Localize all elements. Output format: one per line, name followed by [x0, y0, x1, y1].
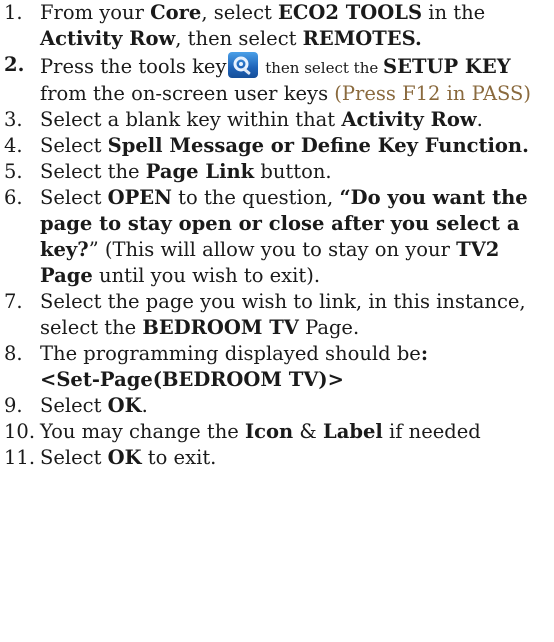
bold-term: Activity Row	[341, 108, 477, 131]
step-number: 11.	[4, 446, 36, 469]
text-run: Select	[40, 446, 108, 469]
tools-key-icon	[228, 52, 259, 78]
text-run: Select	[40, 186, 108, 209]
step-text: Press the tools key then select the SETU…	[40, 52, 548, 107]
bold-term: <Set-Page(BEDROOM TV)>	[40, 368, 344, 391]
step-number: 5.	[4, 160, 23, 183]
step-3: 3. Select a blank key within that Activit…	[4, 107, 548, 133]
text-run: if needed	[382, 420, 481, 443]
step-number: 10.	[4, 420, 36, 443]
bold-term: OPEN	[107, 186, 172, 209]
text-run: Select the	[40, 160, 146, 183]
step-10: 10. You may change the Icon & Label if ne…	[4, 419, 548, 445]
step-9: 9. Select OK.	[4, 393, 548, 419]
step-text: Select OPEN to the question, “Do you wan…	[40, 185, 548, 289]
text-run: From your	[40, 1, 151, 24]
step-number: 6.	[4, 186, 23, 209]
bold-term: Label	[322, 420, 383, 443]
bold-term: OK	[107, 446, 142, 469]
step-text: Select a blank key within that Activity …	[40, 107, 548, 133]
step-1: 1. From your Core, select ECO2 TOOLS in t…	[4, 0, 548, 52]
step-4: 4. Select Spell Message or Define Key Fun…	[4, 133, 548, 159]
step-6: 6. Select OPEN to the question, “Do you w…	[4, 185, 548, 289]
text-run: .	[141, 394, 148, 417]
bold-term: Core	[150, 1, 202, 24]
step-number: 3.	[4, 108, 23, 131]
bold-term: Spell Message or Define Key Function.	[107, 134, 529, 157]
text-run: to exit.	[141, 446, 217, 469]
step-7: 7. Select the page you wish to link, in t…	[4, 289, 548, 341]
bold-term: Icon	[245, 420, 294, 443]
step-11: 11. Select OK to exit.	[4, 445, 548, 471]
text-run: until you wish to exit).	[92, 264, 321, 287]
text-run: Select	[40, 134, 108, 157]
text-run: then select the	[260, 59, 384, 77]
step-text: You may change the Icon & Label if neede…	[40, 419, 548, 445]
step-number: 7.	[4, 290, 23, 313]
text-run: from the on-screen user keys	[40, 82, 335, 105]
step-number: 1.	[4, 1, 23, 24]
step-text: From your Core, select ECO2 TOOLS in the…	[40, 0, 548, 52]
step-number: 2.	[4, 53, 25, 76]
step-text: Select the Page Link button.	[40, 159, 548, 185]
bold-term: ECO2 TOOLS	[278, 1, 423, 24]
step-8: 8. The programming displayed should be: <S…	[4, 341, 548, 393]
text-run: .	[476, 108, 483, 131]
text-run: Page.	[298, 316, 360, 339]
step-2: 2. Press the tools key then select the SE…	[4, 52, 548, 107]
bold-term: SETUP KEY	[383, 55, 511, 78]
step-number: 4.	[4, 134, 23, 157]
text-run: The programming displayed should be	[40, 342, 421, 365]
text-run: Press the tools key	[40, 55, 227, 78]
step-text: The programming displayed should be: <Set…	[40, 341, 548, 393]
bold-term: Page Link	[145, 160, 255, 183]
step-text: Select Spell Message or Define Key Funct…	[40, 133, 548, 159]
step-number: 9.	[4, 394, 23, 417]
text-run: Select	[40, 394, 108, 417]
step-text: Select OK.	[40, 393, 548, 419]
bold-term: :	[420, 342, 429, 365]
text-run: &	[293, 420, 323, 443]
text-run: in the	[422, 1, 486, 24]
step-text: Select OK to exit.	[40, 445, 548, 471]
steps-list: 1. From your Core, select ECO2 TOOLS in t…	[4, 0, 548, 471]
text-run: You may change the	[40, 420, 246, 443]
step-5: 5. Select the Page Link button.	[4, 159, 548, 185]
text-run: ” (This will allow you to stay on your	[88, 238, 457, 261]
text-run: (Press F12 in PASS)	[334, 82, 532, 105]
bold-term: BEDROOM TV	[142, 316, 299, 339]
instructions-document: 1. From your Core, select ECO2 TOOLS in t…	[0, 0, 554, 471]
bold-term: REMOTES.	[302, 27, 422, 50]
text-run: , then select	[175, 27, 303, 50]
text-run: to the question,	[171, 186, 340, 209]
text-run: , select	[201, 1, 279, 24]
step-number: 8.	[4, 342, 23, 365]
bold-term: Activity Row	[40, 27, 176, 50]
text-run: Select a blank key within that	[40, 108, 342, 131]
bold-term: OK	[107, 394, 142, 417]
text-run: button.	[254, 160, 332, 183]
step-text: Select the page you wish to link, in thi…	[40, 289, 548, 341]
